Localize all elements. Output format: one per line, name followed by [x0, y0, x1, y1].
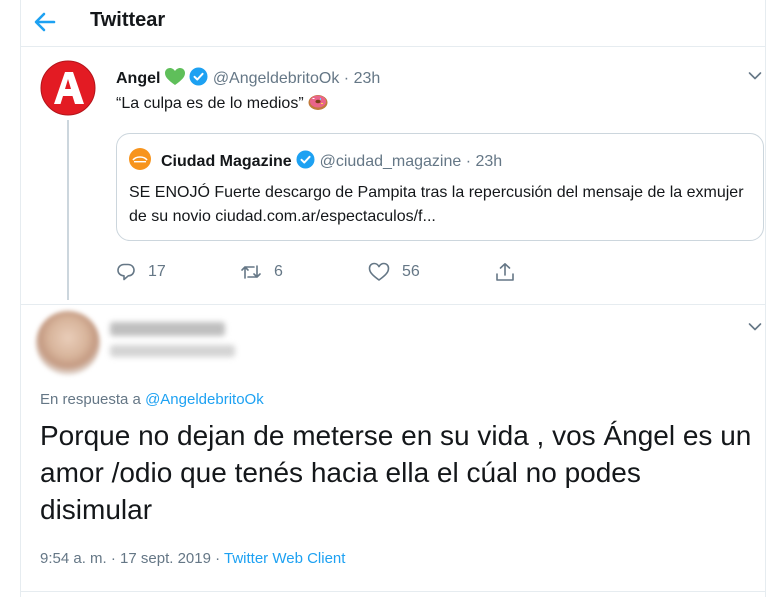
- chevron-down-icon[interactable]: [748, 71, 762, 81]
- share-icon: [496, 263, 514, 281]
- share-button[interactable]: [494, 262, 528, 282]
- heart-outline-icon: [368, 262, 390, 281]
- in-reply-to-line: En respuesta a @AngeldebritoOk: [40, 391, 264, 408]
- retweet-button[interactable]: 6: [240, 262, 283, 282]
- angel-logo-avatar[interactable]: [40, 60, 96, 116]
- verified-badge-icon: [296, 150, 315, 169]
- doughnut-icon: [308, 95, 328, 110]
- like-count: 56: [402, 263, 420, 280]
- reply-tweet-text: Porque no dejan de meterse en su vida , …: [40, 420, 752, 525]
- retweet-count: 6: [274, 263, 283, 280]
- tweet-timestamp[interactable]: 9:54 a. m. · 17 sept. 2019 ·: [40, 550, 224, 567]
- green-heart-icon: [164, 68, 185, 85]
- retweet-icon: [241, 265, 261, 279]
- quote-text: SE ENOJÓ Fuerte descargo de Pampita tras…: [129, 184, 744, 225]
- quote-header: Ciudad Magazine @ciudad_magazine · 23h: [161, 150, 502, 171]
- in-reply-mention-link[interactable]: @AngeldebritoOk: [145, 391, 264, 408]
- reply-button[interactable]: 17: [116, 262, 166, 282]
- frame-left-border: [20, 0, 21, 597]
- ciudad-magazine-avatar[interactable]: [129, 148, 151, 170]
- frame-right-border: [765, 0, 766, 597]
- thread-connector-line: [67, 120, 69, 300]
- tweet-author-name[interactable]: Angel: [116, 70, 160, 87]
- bottom-divider: [21, 591, 765, 592]
- reply-author-handle-blurred: [110, 345, 235, 357]
- reply-author-name-blurred[interactable]: [110, 322, 225, 336]
- quote-author-name[interactable]: Ciudad Magazine: [161, 153, 292, 170]
- tweet-text-content: “La culpa es de lo medios”: [116, 95, 304, 112]
- page-title: Twittear: [90, 9, 166, 31]
- tweet-action-bar: 17 6 56: [116, 262, 576, 286]
- like-button[interactable]: 56: [368, 262, 420, 282]
- reply-author-avatar[interactable]: [36, 311, 100, 375]
- quote-handle-time[interactable]: @ciudad_magazine · 23h: [320, 153, 503, 170]
- tweet-divider: [21, 304, 765, 305]
- tweet-meta: 9:54 a. m. · 17 sept. 2019 · Twitter Web…: [40, 550, 345, 567]
- tweet-text: “La culpa es de lo medios”: [116, 93, 328, 113]
- arrow-left-icon[interactable]: [30, 8, 58, 36]
- reply-icon: [117, 263, 135, 281]
- tweet-handle-time[interactable]: @AngeldebritoOk · 23h: [213, 70, 380, 87]
- chevron-down-icon[interactable]: [748, 322, 762, 332]
- reply-count: 17: [148, 263, 166, 280]
- tweet-header: Angel @AngeldebritoOk · 23h: [116, 67, 380, 88]
- verified-badge-icon: [189, 67, 208, 86]
- tweet-client-link[interactable]: Twitter Web Client: [224, 550, 345, 567]
- quoted-tweet-card[interactable]: Ciudad Magazine @ciudad_magazine · 23h S…: [116, 133, 764, 241]
- in-reply-prefix: En respuesta a: [40, 391, 146, 408]
